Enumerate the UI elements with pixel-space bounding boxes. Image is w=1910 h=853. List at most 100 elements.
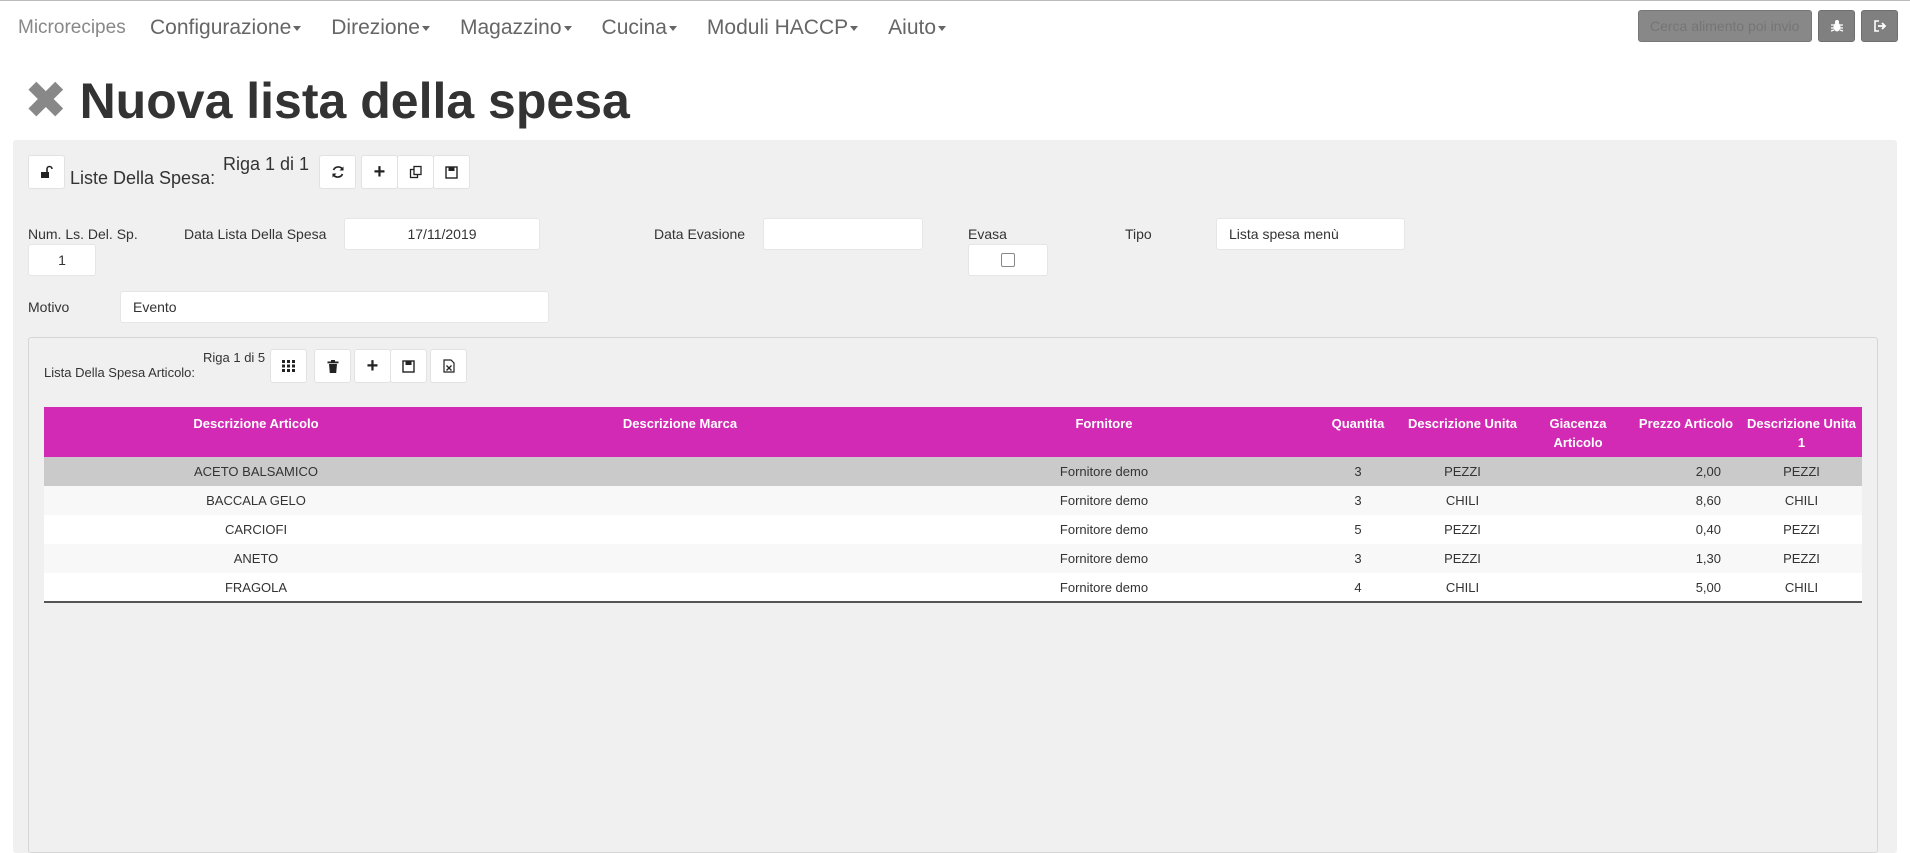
cell-marca xyxy=(468,515,892,544)
caret-down-icon xyxy=(668,25,677,31)
cell-unita: CHILI xyxy=(1400,486,1525,515)
cell-marca xyxy=(468,486,892,515)
col-quantita[interactable]: Quantita xyxy=(1316,407,1400,457)
save-button[interactable] xyxy=(433,155,470,189)
grid-view-button[interactable] xyxy=(270,349,307,383)
trash-icon xyxy=(327,359,338,373)
delete-button[interactable] xyxy=(314,349,351,383)
col-descrizione-articolo[interactable]: Descrizione Articolo xyxy=(44,407,468,457)
refresh-button[interactable] xyxy=(319,155,356,189)
col-descrizione-unita-1[interactable]: Descrizione Unita 1 xyxy=(1741,407,1862,457)
tipo-field[interactable]: Lista spesa menù xyxy=(1216,218,1405,250)
menu-magazzino[interactable]: Magazzino xyxy=(460,16,572,40)
menu-label: Aiuto xyxy=(888,16,937,39)
cell-marca xyxy=(468,573,892,603)
cell-giacenza xyxy=(1525,457,1631,486)
master-panel: Liste Della Spesa: Riga 1 di 1 + Num. Ls… xyxy=(13,140,1897,853)
col-fornitore[interactable]: Fornitore xyxy=(892,407,1316,457)
cell-articolo: CARCIOFI xyxy=(44,515,468,544)
data-evasione-field[interactable] xyxy=(763,218,923,250)
data-lista-field[interactable]: 17/11/2019 xyxy=(344,218,540,250)
num-field[interactable]: 1 xyxy=(28,244,96,276)
top-navbar: Microrecipes Configurazione Direzione Ma… xyxy=(0,0,1910,54)
cell-unita: PEZZI xyxy=(1400,544,1525,573)
cell-giacenza xyxy=(1525,515,1631,544)
table-row[interactable]: BACCALA GELO Fornitore demo 3 CHILI 8,60… xyxy=(44,486,1862,515)
cell-quantita: 5 xyxy=(1316,515,1400,544)
cell-unita-1: PEZZI xyxy=(1741,544,1862,573)
col-descrizione-marca[interactable]: Descrizione Marca xyxy=(468,407,892,457)
cell-prezzo: 1,30 xyxy=(1631,544,1741,573)
cell-prezzo: 0,40 xyxy=(1631,515,1741,544)
cell-fornitore: Fornitore demo xyxy=(892,515,1316,544)
menu-label: Cucina xyxy=(601,16,667,39)
cell-unita-1: CHILI xyxy=(1741,573,1862,603)
detail-label: Lista Della Spesa Articolo: xyxy=(44,365,196,380)
page-header: ✖ Nuova lista della spesa xyxy=(24,72,630,130)
menu-configurazione[interactable]: Configurazione xyxy=(150,16,302,40)
plus-icon: + xyxy=(366,354,379,377)
master-label: Liste Della Spesa: xyxy=(70,168,216,188)
page-title: Nuova lista della spesa xyxy=(79,73,630,129)
cell-fornitore: Fornitore demo xyxy=(892,544,1316,573)
menu-direzione[interactable]: Direzione xyxy=(331,16,430,40)
motivo-field[interactable]: Evento xyxy=(120,291,549,323)
cell-fornitore: Fornitore demo xyxy=(892,486,1316,515)
close-icon[interactable]: ✖ xyxy=(24,75,68,127)
tipo-label: Tipo xyxy=(1125,226,1152,242)
menu-label: Magazzino xyxy=(459,16,562,39)
motivo-label: Motivo xyxy=(28,299,70,315)
cell-articolo: BACCALA GELO xyxy=(44,486,468,515)
table-row[interactable]: CARCIOFI Fornitore demo 5 PEZZI 0,40 PEZ… xyxy=(44,515,1862,544)
floppy-icon xyxy=(445,165,458,179)
cell-prezzo: 2,00 xyxy=(1631,457,1741,486)
table-header-row: Descrizione Articolo Descrizione Marca F… xyxy=(44,407,1862,457)
copy-icon xyxy=(409,165,422,179)
cell-prezzo: 5,00 xyxy=(1631,573,1741,603)
export-excel-button[interactable] xyxy=(430,349,467,383)
cell-giacenza xyxy=(1525,573,1631,603)
caret-down-icon xyxy=(421,25,430,31)
main-menu: Configurazione Direzione Magazzino Cucin… xyxy=(150,16,976,40)
refresh-icon xyxy=(331,166,344,178)
unlock-icon xyxy=(40,165,53,178)
master-row-counter: Riga 1 di 1 xyxy=(223,154,310,174)
table-row[interactable]: ANETO Fornitore demo 3 PEZZI 1,30 PEZZI xyxy=(44,544,1862,573)
menu-label: Direzione xyxy=(331,16,420,39)
menu-label: Configurazione xyxy=(150,16,292,39)
data-lista-label: Data Lista Della Spesa xyxy=(184,226,327,242)
grid-icon xyxy=(282,360,295,372)
plus-icon: + xyxy=(373,160,386,183)
menu-aiuto[interactable]: Aiuto xyxy=(888,16,947,40)
caret-down-icon xyxy=(850,25,859,31)
unlock-button[interactable] xyxy=(28,155,65,189)
cell-unita-1: PEZZI xyxy=(1741,515,1862,544)
floppy-icon xyxy=(402,359,415,373)
evasa-checkbox[interactable] xyxy=(1001,253,1015,267)
evasa-label: Evasa xyxy=(968,226,1007,242)
evasa-field xyxy=(968,244,1048,276)
caret-down-icon xyxy=(293,25,302,31)
col-giacenza-articolo[interactable]: Giacenza Articolo xyxy=(1525,407,1631,457)
caret-down-icon xyxy=(563,25,572,31)
col-prezzo-articolo[interactable]: Prezzo Articolo xyxy=(1631,407,1741,457)
add-row-button[interactable]: + xyxy=(354,349,391,383)
cell-fornitore: Fornitore demo xyxy=(892,573,1316,603)
copy-button[interactable] xyxy=(397,155,434,189)
table-row[interactable]: ACETO BALSAMICO Fornitore demo 3 PEZZI 2… xyxy=(44,457,1862,486)
add-button[interactable]: + xyxy=(361,155,398,189)
bug-report-button[interactable] xyxy=(1818,10,1855,42)
food-search-input[interactable] xyxy=(1638,10,1812,42)
cell-marca xyxy=(468,457,892,486)
col-descrizione-unita[interactable]: Descrizione Unita xyxy=(1400,407,1525,457)
cell-giacenza xyxy=(1525,544,1631,573)
menu-moduli-haccp[interactable]: Moduli HACCP xyxy=(707,16,859,40)
caret-down-icon xyxy=(938,25,947,31)
cell-quantita: 3 xyxy=(1316,544,1400,573)
save-rows-button[interactable] xyxy=(390,349,427,383)
menu-cucina[interactable]: Cucina xyxy=(602,16,677,40)
logout-button[interactable] xyxy=(1861,10,1898,42)
table-row[interactable]: FRAGOLA Fornitore demo 4 CHILI 5,00 CHIL… xyxy=(44,573,1862,603)
brand-link[interactable]: Microrecipes xyxy=(18,17,126,39)
cell-unita: PEZZI xyxy=(1400,457,1525,486)
